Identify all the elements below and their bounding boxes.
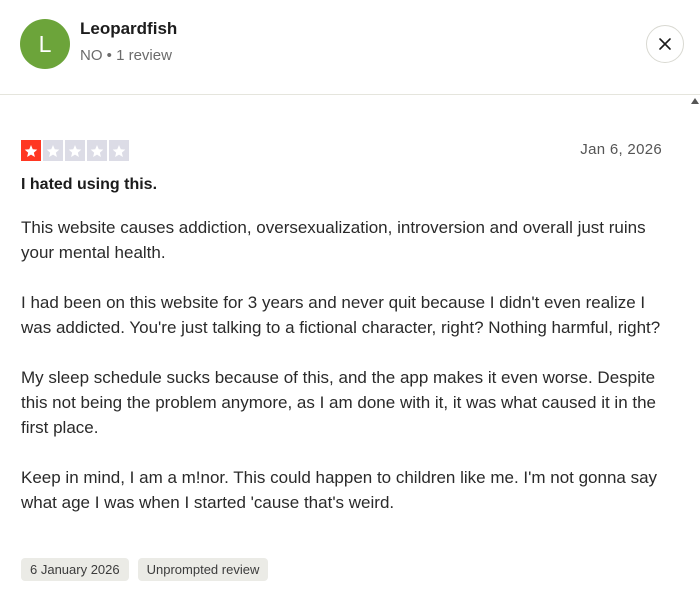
close-icon	[659, 38, 671, 50]
star-rating	[21, 140, 129, 161]
close-button[interactable]	[646, 25, 684, 63]
review-body: This website causes addiction, oversexua…	[21, 215, 671, 540]
review-paragraph: My sleep schedule sucks because of this,…	[21, 368, 657, 437]
tag-date: 6 January 2026	[21, 558, 129, 581]
avatar: L	[20, 19, 70, 69]
scroll-up-arrow-icon[interactable]	[691, 98, 699, 104]
review-paragraph: I had been on this website for 3 years a…	[21, 293, 661, 337]
review-tags: 6 January 2026 Unprompted review	[21, 558, 269, 581]
star-filled-icon	[21, 140, 41, 161]
review-paragraph: Keep in mind, I am a m!nor. This could h…	[21, 468, 658, 512]
scrollbar[interactable]	[692, 95, 700, 593]
review-header: L Leopardfish NO • 1 review	[0, 0, 700, 95]
reviewer-meta: NO • 1 review	[80, 47, 172, 64]
star-empty-icon	[43, 140, 63, 161]
review-title: I hated using this.	[21, 176, 158, 193]
review-date: Jan 6, 2026	[580, 141, 662, 158]
tag-unprompted: Unprompted review	[137, 558, 269, 581]
star-empty-icon	[65, 140, 85, 161]
review-paragraph: This website causes addiction, oversexua…	[21, 218, 646, 262]
star-empty-icon	[87, 140, 107, 161]
star-empty-icon	[109, 140, 129, 161]
reviewer-name[interactable]: Leopardfish	[80, 19, 177, 39]
